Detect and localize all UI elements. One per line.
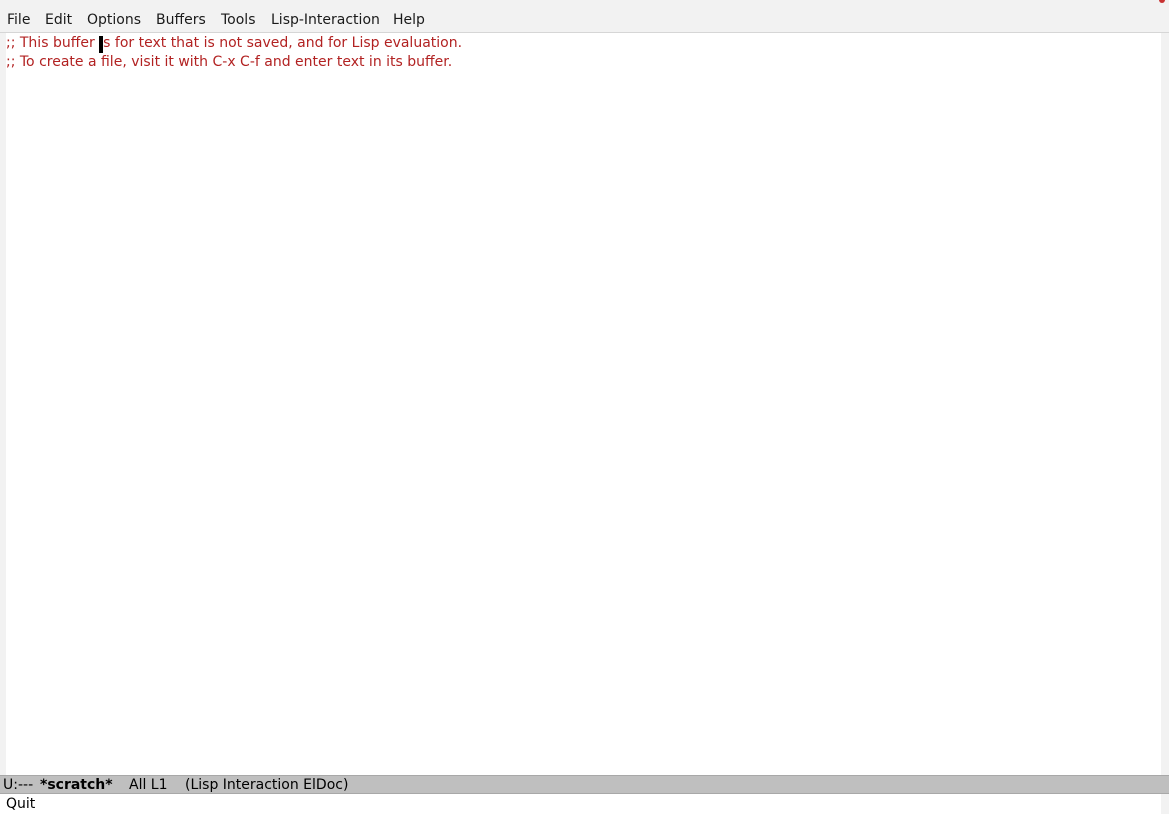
emacs-frame: File Edit Options Buffers Tools Lisp-Int…: [0, 0, 1169, 814]
line-1-before-cursor: ;; This buffer: [6, 35, 100, 51]
menu-lisp-interaction[interactable]: Lisp-Interaction: [271, 0, 380, 33]
echo-right-fringe: [1161, 794, 1169, 814]
modeline-buffer-name[interactable]: *scratch*: [40, 776, 113, 793]
line-1-after-cursor: s for text that is not saved, and for Li…: [103, 35, 463, 51]
menu-bar: File Edit Options Buffers Tools Lisp-Int…: [0, 0, 1169, 33]
window-corner-indicator: [1159, 0, 1165, 3]
buffer-line-2: ;; To create a file, visit it with C-x C…: [6, 54, 453, 70]
menu-help[interactable]: Help: [393, 0, 425, 33]
menu-options[interactable]: Options: [87, 0, 141, 33]
menu-file[interactable]: File: [7, 0, 30, 33]
menu-tools[interactable]: Tools: [221, 0, 256, 33]
modeline-position: All L1: [129, 777, 168, 793]
buffer-text-area[interactable]: ;; This buffer is for text that is not s…: [6, 33, 1161, 775]
menu-edit[interactable]: Edit: [45, 0, 72, 33]
echo-area[interactable]: Quit: [0, 794, 1169, 814]
mode-line[interactable]: U:--- *scratch* All L1 (Lisp Interaction…: [0, 775, 1169, 794]
right-fringe: [1161, 33, 1169, 775]
menu-buffers[interactable]: Buffers: [156, 0, 206, 33]
buffer-line-1: ;; This buffer is for text that is not s…: [6, 34, 462, 53]
modeline-major-mode[interactable]: (Lisp Interaction ElDoc): [185, 776, 348, 793]
modeline-status: U:---: [3, 777, 34, 793]
echo-message: Quit: [6, 796, 36, 812]
